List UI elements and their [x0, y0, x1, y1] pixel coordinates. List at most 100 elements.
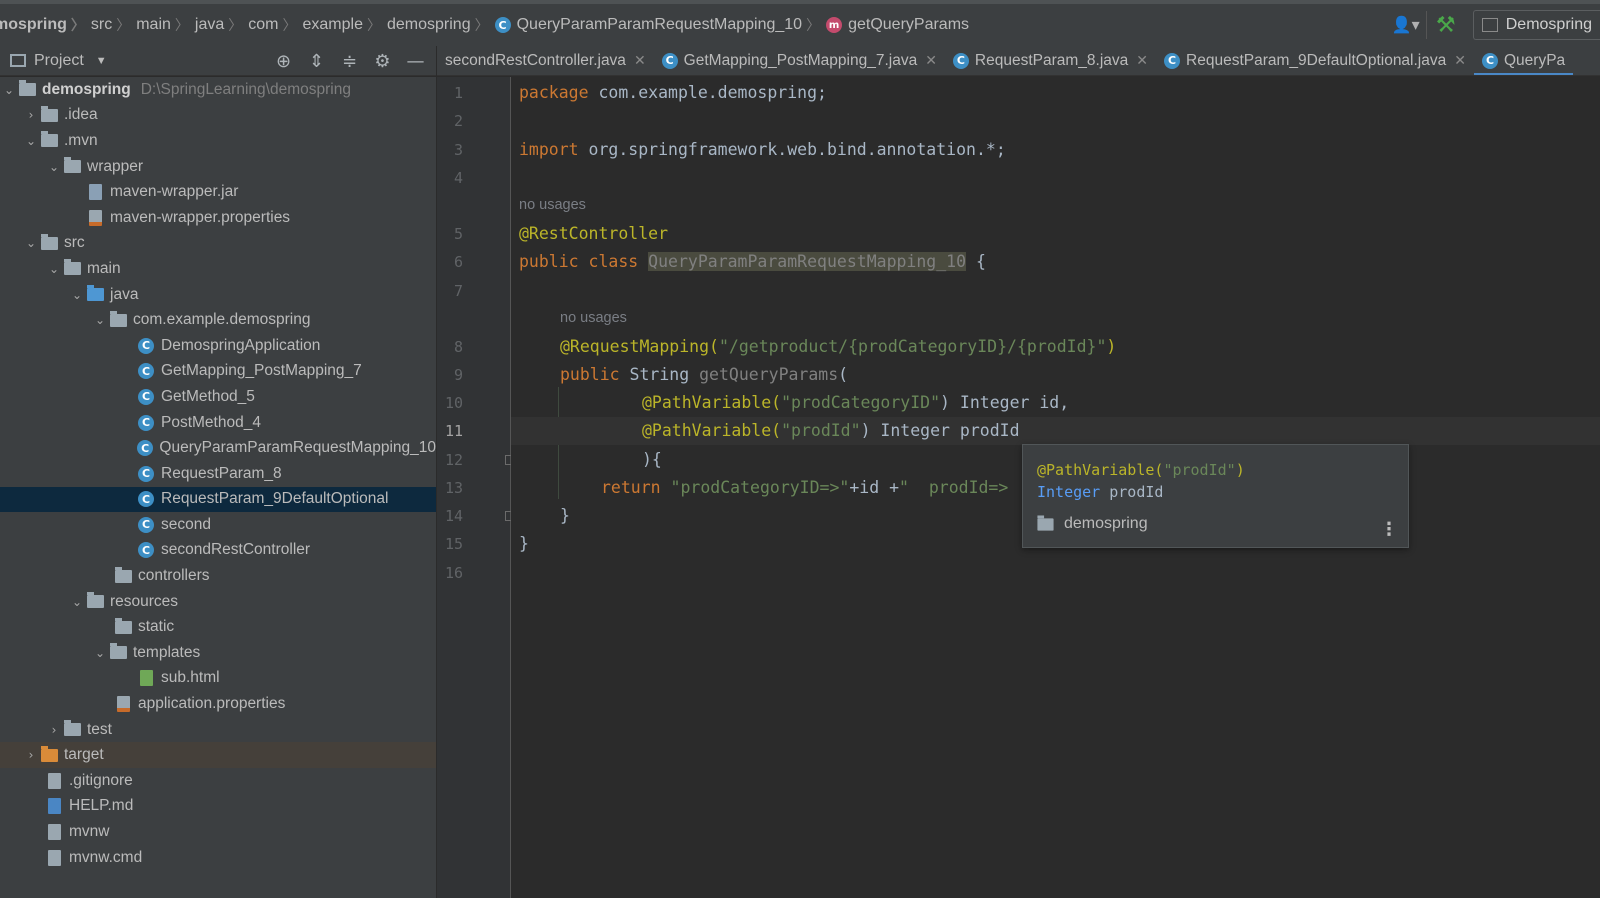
code-token: )	[1106, 337, 1117, 356]
tree-item[interactable]: .gitignore	[0, 768, 436, 794]
breadcrumb-item[interactable]: main 〉	[136, 15, 195, 35]
tree-item[interactable]: ⌄ wrapper	[0, 154, 436, 180]
code-line[interactable]: public String getQueryParams(	[511, 361, 1600, 389]
tree-item[interactable]: mvnw	[0, 819, 436, 845]
breadcrumb-item[interactable]: src 〉	[91, 15, 136, 35]
tree-item[interactable]: ⌄ .mvn	[0, 128, 436, 154]
tree-item[interactable]: › target	[0, 742, 436, 769]
tree-item-root[interactable]: ⌄ demospring D:\SpringLearning\demosprin…	[0, 77, 436, 103]
code-token: return	[601, 478, 661, 497]
tree-item[interactable]: ⌄ src	[0, 231, 436, 257]
tree-item[interactable]: ⌄ java	[0, 282, 436, 308]
breadcrumb-item[interactable]: com 〉	[248, 15, 302, 35]
expand-all-icon[interactable]: ⇕	[300, 51, 333, 72]
chevron-down-icon[interactable]: ⌄	[45, 262, 63, 276]
code-line[interactable]: @RequestMapping("/getproduct/{prodCatego…	[511, 333, 1600, 361]
breadcrumb-label: main	[136, 16, 171, 33]
code-line[interactable]: @RestController	[511, 220, 1600, 248]
breadcrumb-item[interactable]: mospring 〉	[0, 15, 91, 35]
code-line[interactable]: public class QueryParamParamRequestMappi…	[511, 248, 1600, 276]
tree-item[interactable]: HELP.md	[0, 794, 436, 820]
close-icon[interactable]: ✕	[1136, 53, 1148, 69]
resources-folder-icon	[86, 592, 104, 610]
code-token: )	[1235, 461, 1245, 479]
run-configuration-selector[interactable]: Demospring	[1472, 10, 1600, 40]
collapse-all-icon[interactable]: ≑	[333, 51, 366, 72]
tree-item[interactable]: C PostMethod_4	[0, 410, 436, 436]
tree-item[interactable]: › test	[0, 717, 436, 743]
tree-item[interactable]: ⌄ resources	[0, 589, 436, 615]
tree-item-label: application.properties	[138, 695, 286, 713]
tree-item[interactable]: C GetMethod_5	[0, 384, 436, 410]
breadcrumb-item[interactable]: demospring 〉	[387, 15, 495, 35]
usage-hint[interactable]: no usages	[560, 310, 627, 326]
properties-file-icon	[114, 696, 132, 713]
chevron-down-icon[interactable]: ⌄	[22, 236, 40, 250]
tab-label: RequestParam_8.java	[974, 51, 1129, 69]
editor-tab[interactable]: C RequestParam_9DefaultOptional.java ✕	[1156, 46, 1474, 75]
code-line-current[interactable]: @PathVariable("prodId") Integer prodId	[511, 417, 1600, 445]
gear-icon[interactable]: ⚙	[366, 51, 399, 72]
tree-item[interactable]: sub.html	[0, 666, 436, 692]
tree-item[interactable]: CsecondRestController	[0, 538, 436, 564]
editor-tab[interactable]: C GetMapping_PostMapping_7.java ✕	[654, 46, 945, 75]
tree-item[interactable]: ⌄ templates	[0, 640, 436, 666]
close-icon[interactable]: ✕	[634, 53, 646, 69]
chevron-down-icon[interactable]: ⌄	[22, 134, 40, 148]
tree-item[interactable]: controllers	[0, 563, 436, 589]
popup-signature-line: Integer prodId	[1037, 483, 1163, 501]
user-icon[interactable]: 👤▾	[1386, 11, 1426, 39]
chevron-right-icon[interactable]: ›	[22, 748, 40, 762]
editor-tab[interactable]: secondRestController.java ✕	[437, 46, 654, 75]
chevron-down-icon[interactable]: ⌄	[91, 313, 109, 327]
tree-item-selected[interactable]: C RequestParam_9DefaultOptional	[0, 486, 436, 513]
chevron-right-icon[interactable]: ›	[22, 108, 40, 122]
tree-item-label: secondRestController	[161, 541, 311, 559]
quick-documentation-popup[interactable]: @PathVariable("prodId") Integer prodId d…	[1022, 444, 1409, 548]
close-icon[interactable]: ✕	[925, 53, 937, 69]
chevron-down-icon[interactable]: ⌄	[68, 288, 86, 302]
breadcrumb-item[interactable]: example 〉	[303, 15, 387, 35]
tree-item[interactable]: mvnw.cmd	[0, 845, 436, 871]
chevron-down-icon[interactable]: ⌄	[91, 646, 109, 660]
hammer-icon[interactable]: ⚒	[1425, 11, 1465, 39]
tree-item[interactable]: C QueryParamParamRequestMapping_10	[0, 435, 436, 461]
code-token: @PathVariable(	[642, 421, 782, 440]
tree-item[interactable]: maven-wrapper.properties	[0, 205, 436, 231]
tree-item[interactable]: ⌄ main	[0, 256, 436, 282]
tree-item[interactable]: C GetMapping_PostMapping_7	[0, 359, 436, 385]
chevron-down-icon[interactable]: ⌄	[0, 83, 18, 97]
tree-item-label: .mvn	[64, 131, 98, 149]
tree-item[interactable]: static	[0, 614, 436, 640]
breadcrumb-item[interactable]: java 〉	[195, 15, 248, 35]
more-options-icon[interactable]: ⋮	[1380, 521, 1398, 539]
chevron-down-icon[interactable]: ⌄	[45, 160, 63, 174]
chevron-down-icon[interactable]: ⌄	[68, 595, 86, 609]
project-panel-title[interactable]: Project	[34, 52, 84, 70]
tree-item-label: static	[138, 618, 175, 636]
tree-item[interactable]: maven-wrapper.jar	[0, 179, 436, 205]
minimize-icon[interactable]: —	[399, 51, 432, 72]
usage-hint[interactable]: no usages	[519, 197, 586, 213]
chevron-down-icon[interactable]: ▼	[96, 55, 107, 67]
breadcrumb-item[interactable]: m getQueryParams	[826, 16, 969, 34]
line-number: 8	[453, 338, 463, 356]
editor-tabs: secondRestController.java ✕ C GetMapping_P…	[437, 46, 1600, 76]
tree-item[interactable]: › .idea	[0, 103, 436, 129]
code-line[interactable]: import org.springframework.web.bind.anno…	[511, 136, 1600, 164]
tree-item[interactable]: C RequestParam_8	[0, 461, 436, 487]
code-line[interactable]: @PathVariable("prodCategoryID") Integer …	[511, 389, 1600, 417]
tree-item[interactable]: ⌄ com.example.demospring	[0, 307, 436, 333]
chevron-right-icon[interactable]: ›	[45, 723, 63, 737]
tree-item[interactable]: application.properties	[0, 691, 436, 717]
editor-tab[interactable]: C RequestParam_8.java ✕	[945, 46, 1156, 75]
editor-tab-active[interactable]: C QueryPa	[1473, 46, 1574, 75]
popup-package[interactable]: demospring	[1037, 514, 1148, 533]
breadcrumb-item[interactable]: C QueryParamParamRequestMapping_10 〉	[494, 15, 826, 35]
code-token[interactable]: Integer	[1037, 483, 1100, 501]
tree-item[interactable]: Csecond	[0, 512, 436, 538]
close-icon[interactable]: ✕	[1454, 53, 1466, 69]
tree-item[interactable]: C DemospringApplication	[0, 333, 436, 359]
code-line[interactable]: package com.example.demospring;	[511, 79, 1600, 107]
locate-icon[interactable]: ⊕	[267, 51, 300, 72]
